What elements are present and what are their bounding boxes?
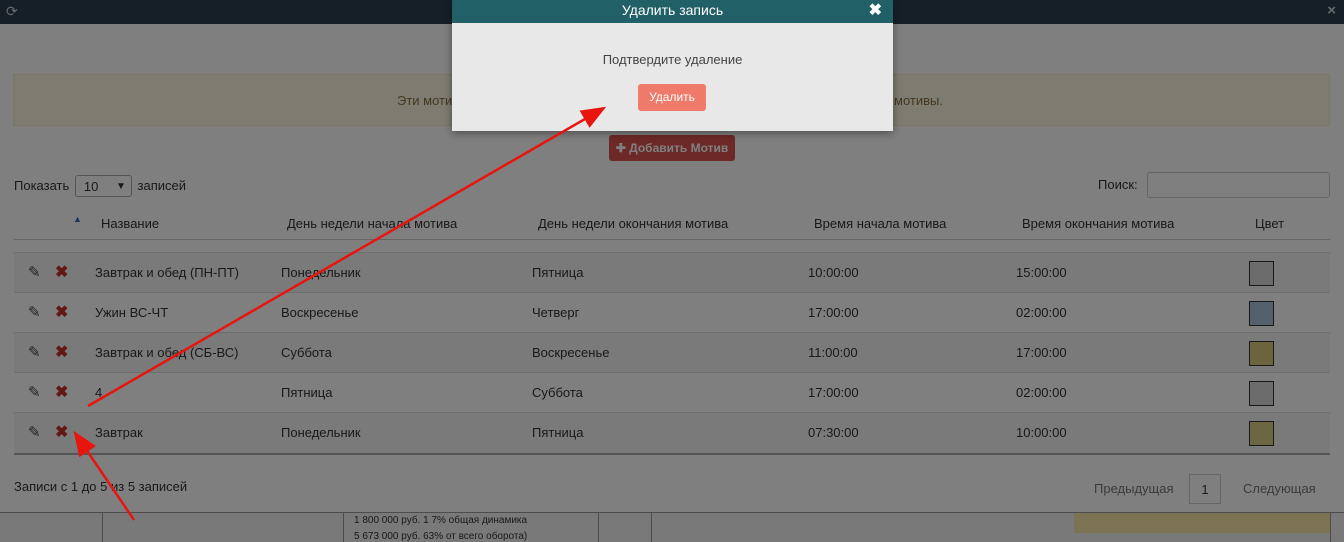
arrow-to-delete-button	[87, 106, 607, 408]
arrow-to-delete-icon	[73, 430, 136, 521]
annotation-arrows	[73, 106, 607, 521]
